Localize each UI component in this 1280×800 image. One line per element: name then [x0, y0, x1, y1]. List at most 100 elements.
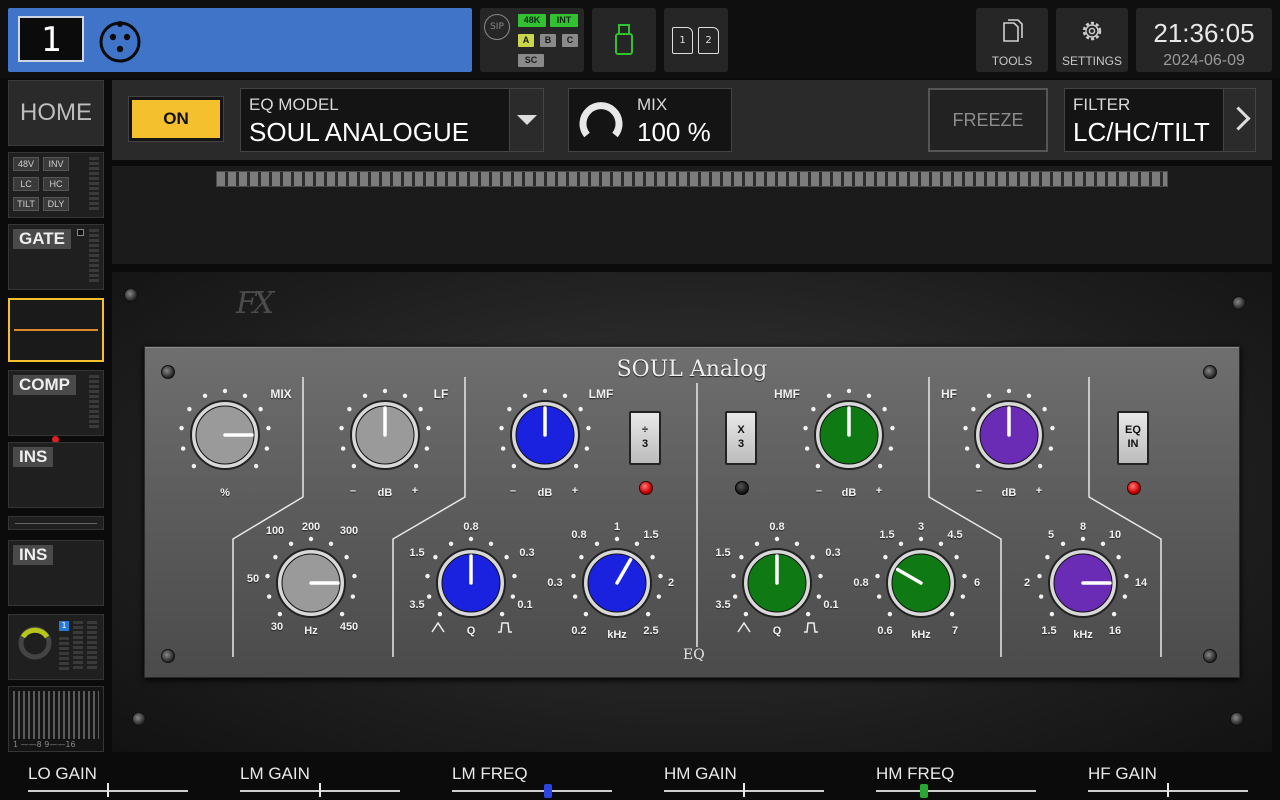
chevron-down-icon[interactable]	[509, 89, 543, 151]
usb-status-tile[interactable]	[592, 8, 656, 72]
param-lm-gain[interactable]: LM GAIN	[240, 762, 400, 800]
param-thumb[interactable]	[319, 783, 321, 797]
knob-tick-dot	[273, 554, 278, 560]
chevron-right-icon[interactable]	[1223, 89, 1255, 151]
knob-tick-dot	[986, 393, 992, 398]
knob-tick-dot	[1116, 554, 1121, 560]
hmf-q-tick: 0.8	[769, 521, 785, 533]
chip-a: A	[518, 34, 534, 47]
pan-ring-icon	[18, 626, 52, 660]
param-label: HF GAIN	[1088, 764, 1157, 783]
comp-block[interactable]: COMP	[8, 370, 104, 436]
lmf-freq-tick: 2.5	[643, 625, 659, 637]
insert2-block[interactable]: INS	[8, 540, 104, 606]
freeze-button[interactable]: FREEZE	[928, 88, 1048, 152]
dca-meter-b	[73, 621, 83, 671]
lmf-gain-unit: dB	[537, 487, 553, 499]
chip-b: B	[540, 34, 556, 47]
knob-tick-dot	[180, 446, 186, 451]
lmf-gain-knob[interactable]	[495, 385, 595, 485]
eq-model-caption: EQ MODEL	[249, 95, 339, 114]
tools-button[interactable]: TOOLS	[976, 8, 1048, 72]
mix-control[interactable]: MIX 100 %	[568, 88, 732, 152]
hmf-gain-unit: dB	[841, 487, 857, 499]
knob-tick-dot	[805, 611, 811, 617]
gate-label: GATE	[13, 229, 71, 249]
knob-tick-dot	[511, 463, 517, 469]
fader-mini-block[interactable]	[8, 516, 104, 530]
sip-status-tile[interactable]: SIP 48K INT A B C SC	[480, 8, 584, 72]
bus-meter-scale: 1 ——8 9——16	[13, 740, 76, 749]
param-thumb[interactable]	[743, 783, 745, 797]
knob-tick-dot	[426, 425, 431, 431]
hmf-times3-button[interactable]: X 3	[725, 411, 757, 465]
gate-block[interactable]: GATE	[8, 224, 104, 290]
knob-tick-dot	[826, 393, 832, 398]
knob-tick-dot	[448, 541, 454, 546]
hf-gain-knob[interactable]	[959, 385, 1059, 485]
gear-icon	[1082, 21, 1102, 41]
lmf-divide3-led	[639, 481, 653, 495]
eq-on-button[interactable]: ON	[128, 96, 224, 142]
hf-freq-tick: 8	[1079, 521, 1087, 533]
lf-freq-knob[interactable]	[261, 533, 361, 633]
param-hf-gain[interactable]: HF GAIN	[1088, 762, 1248, 800]
chip-c: C	[562, 34, 578, 47]
param-thumb[interactable]	[920, 784, 928, 798]
clock-tile: 21:36:05 2024-06-09	[1136, 8, 1272, 72]
param-thumb[interactable]	[1167, 783, 1169, 797]
eq-model-select[interactable]: EQ MODEL SOUL ANALOGUE	[240, 88, 544, 152]
hmf-freq-tick: 4.5	[947, 529, 963, 541]
pan-dca-block[interactable]: 1	[8, 614, 104, 680]
hf-freq-unit: kHz	[1073, 629, 1093, 641]
knob-tick-dot	[258, 406, 263, 412]
hmf-q-knob[interactable]	[727, 533, 827, 633]
param-thumb[interactable]	[544, 784, 552, 798]
eq-curve-preview	[14, 329, 98, 331]
lf-gain-knob[interactable]	[335, 385, 435, 485]
param-lm-freq[interactable]: LM FREQ	[452, 762, 612, 800]
hmf-freq-knob[interactable]	[871, 533, 971, 633]
hmf-q-tick: 0.3	[825, 547, 841, 559]
hf-gain-unit: dB	[1001, 487, 1017, 499]
knob-tick-dot	[962, 573, 967, 579]
screw-icon	[1232, 296, 1246, 310]
filter-select[interactable]: FILTER LC/HC/TILT	[1064, 88, 1256, 152]
knob-tick-dot	[743, 611, 749, 617]
knob-tick-dot	[265, 573, 270, 579]
eq-model-value: SOUL ANALOGUE	[249, 117, 470, 147]
home-button[interactable]: HOME	[8, 80, 104, 146]
eq-in-button[interactable]: EQ IN	[1117, 411, 1149, 465]
hmf-q-tick: 3.5	[715, 599, 731, 611]
lmf-q-knob[interactable]	[421, 533, 521, 633]
channel-header[interactable]: 1	[8, 8, 472, 72]
lmf-freq-tick: 1.5	[643, 529, 659, 541]
eq-graph-strip	[112, 166, 1272, 264]
hmf-freq-tick: 0.6	[877, 625, 893, 637]
hf-freq-knob[interactable]	[1033, 533, 1133, 633]
sd-card-tile[interactable]: 1 2	[664, 8, 728, 72]
insert1-block[interactable]: INS	[8, 442, 104, 508]
bus-meters-block[interactable]: 1 ——8 9——16	[8, 686, 104, 752]
knob-tick-dot	[586, 425, 591, 431]
mix-knob[interactable]	[175, 385, 275, 485]
knob-tick-dot	[846, 388, 852, 394]
input-block[interactable]: 48V INV LC HC TILT DLY	[8, 152, 104, 218]
param-hm-gain[interactable]: HM GAIN	[664, 762, 824, 800]
dca-meter-c	[87, 621, 97, 671]
knob-tick-dot	[500, 446, 506, 451]
lmf-freq-knob[interactable]	[567, 533, 667, 633]
hmf-gain-knob[interactable]	[799, 385, 899, 485]
eq-block-selected[interactable]	[8, 298, 104, 362]
knob-tick-dot	[888, 446, 894, 451]
filter-caption: FILTER	[1073, 95, 1131, 114]
param-lo-gain[interactable]: LO GAIN	[28, 762, 188, 800]
knob-tick-dot	[1060, 541, 1066, 546]
lmf-divide3-button[interactable]: ÷ 3	[629, 411, 661, 465]
param-hm-freq[interactable]: HM FREQ	[876, 762, 1036, 800]
param-thumb[interactable]	[107, 783, 109, 797]
knob-tick-dot	[571, 573, 576, 579]
knob-tick-dot	[1006, 388, 1012, 394]
param-label: LO GAIN	[28, 764, 97, 783]
settings-button[interactable]: SETTINGS	[1056, 8, 1128, 72]
